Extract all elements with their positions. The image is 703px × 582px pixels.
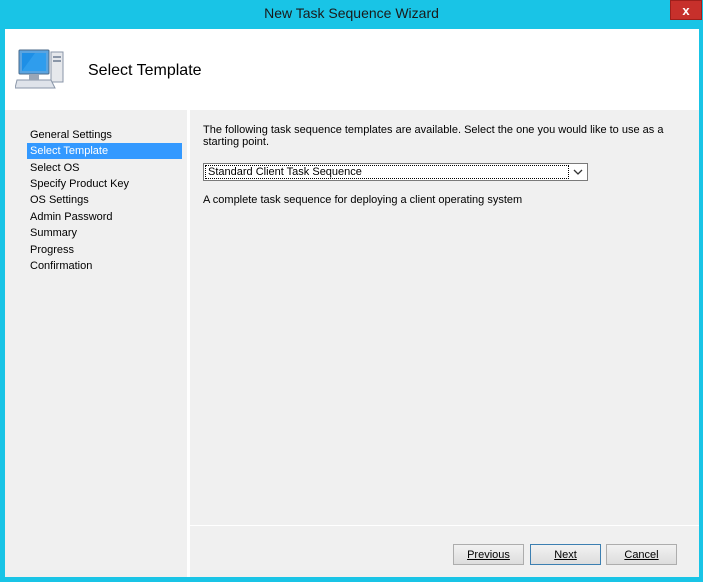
wizard-steps-nav: General Settings Select Template Select … [5, 110, 187, 577]
template-description: A complete task sequence for deploying a… [203, 194, 523, 206]
computer-icon [15, 49, 64, 89]
nav-item-admin-password[interactable]: Admin Password [27, 209, 182, 225]
close-button[interactable]: x [670, 0, 702, 20]
template-dropdown[interactable]: Standard Client Task Sequence [203, 163, 588, 181]
cancel-button[interactable]: Cancel [606, 544, 677, 565]
window-title: New Task Sequence Wizard [264, 5, 439, 21]
nav-item-select-os[interactable]: Select OS [27, 160, 182, 176]
nav-item-specify-product-key[interactable]: Specify Product Key [27, 176, 182, 192]
nav-item-summary[interactable]: Summary [27, 225, 182, 241]
page-title: Select Template [88, 62, 202, 79]
cancel-button-label: Cancel [624, 548, 659, 561]
nav-item-general-settings[interactable]: General Settings [27, 127, 182, 143]
wizard-footer: Previous Next Cancel [190, 526, 699, 577]
template-dropdown-value: Standard Client Task Sequence [205, 165, 569, 179]
chevron-down-icon[interactable] [572, 166, 584, 178]
close-icon: x [682, 2, 690, 18]
nav-item-os-settings[interactable]: OS Settings [27, 192, 182, 208]
nav-item-confirmation[interactable]: Confirmation [27, 258, 182, 274]
wizard-window: New Task Sequence Wizard x Select Templa… [0, 0, 703, 582]
wizard-client-area: Select Template General Settings Select … [5, 29, 699, 577]
wizard-content: The following task sequence templates ar… [190, 110, 699, 525]
next-button-label: Next [554, 548, 577, 561]
previous-button[interactable]: Previous [453, 544, 524, 565]
next-button[interactable]: Next [530, 544, 601, 565]
nav-item-progress[interactable]: Progress [27, 242, 182, 258]
nav-item-select-template[interactable]: Select Template [27, 143, 182, 159]
previous-button-label: Previous [467, 548, 510, 561]
instructions-text: The following task sequence templates ar… [203, 124, 664, 148]
title-bar[interactable]: New Task Sequence Wizard x [0, 0, 703, 28]
wizard-header: Select Template [5, 29, 699, 110]
